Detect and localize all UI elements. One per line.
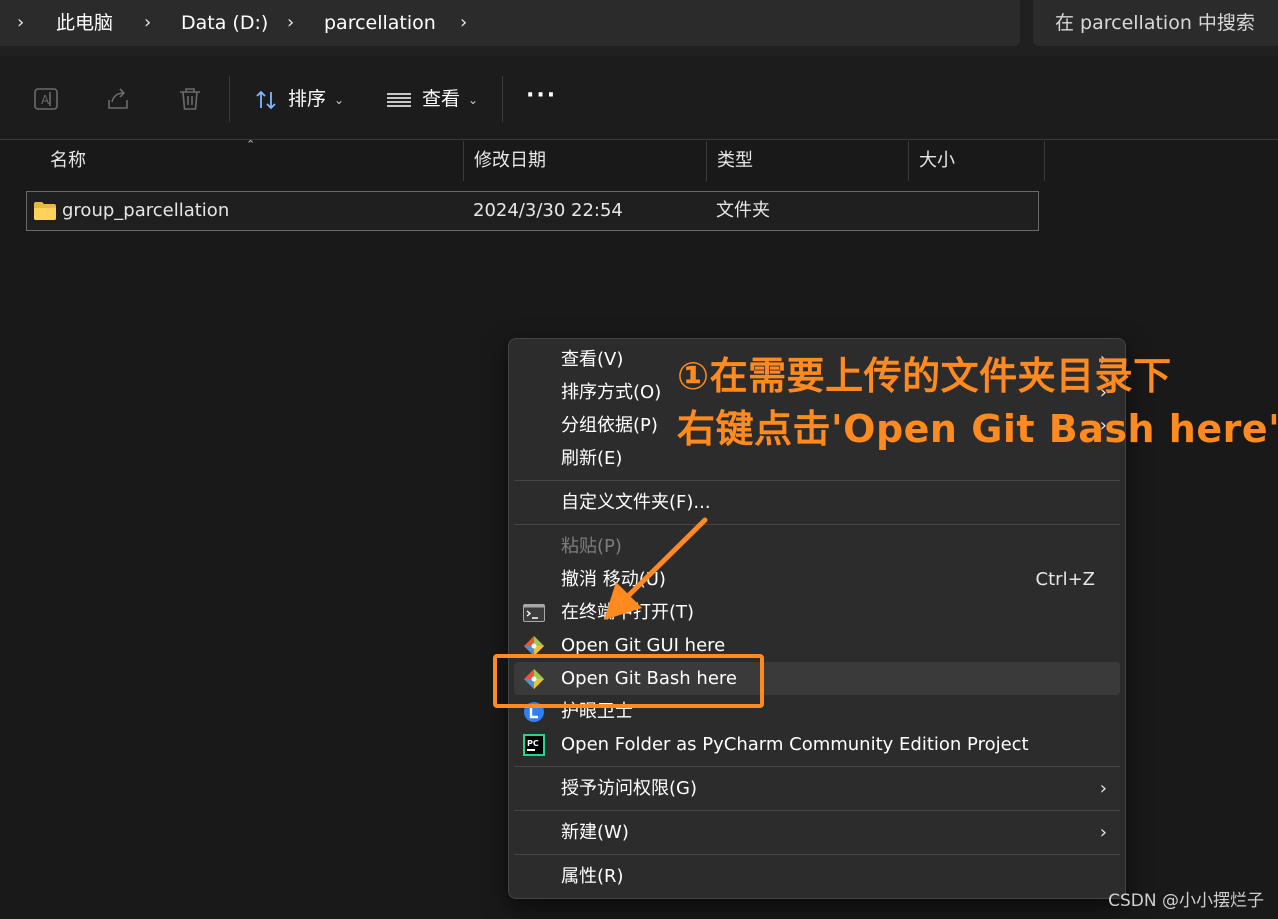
view-icon [387, 92, 411, 107]
menu-divider [514, 810, 1120, 811]
search-input[interactable]: 在 parcellation 中搜索 [1033, 0, 1278, 46]
sort-icon [256, 90, 276, 109]
menu-divider [514, 480, 1120, 481]
file-name: group_parcellation [62, 200, 230, 221]
table-row[interactable]: group_parcellation 2024/3/30 22:54 文件夹 [26, 191, 1039, 231]
chevron-right-icon[interactable]: › [144, 0, 151, 46]
highlight-box [493, 654, 764, 708]
delete-icon[interactable] [177, 86, 203, 112]
menu-item-pycharm[interactable]: PC Open Folder as PyCharm Community Edit… [509, 728, 1125, 761]
view-button[interactable]: 查看 ⌄ [386, 56, 478, 140]
more-options-button[interactable]: ··· [526, 56, 557, 140]
annotation-line-2: 右键点击'Open Git Bash here' [677, 407, 1278, 451]
menu-item-label: 授予访问权限(G) [561, 778, 697, 799]
folder-icon [34, 202, 56, 220]
pycharm-icon: PC [523, 734, 545, 756]
sort-label: 排序 [288, 88, 327, 110]
menu-item-label: 刷新(E) [561, 448, 623, 469]
share-icon[interactable] [105, 86, 131, 112]
svg-text:PC: PC [527, 739, 539, 748]
address-bar-region: › 此电脑 › Data (D:) › parcellation › 在 par… [0, 0, 1278, 56]
menu-item-label: 排序方式(O) [561, 382, 662, 403]
menu-item-grant-access[interactable]: 授予访问权限(G) › [509, 772, 1125, 805]
menu-item-label: 分组依据(P) [561, 415, 658, 436]
menu-item-label: Open Folder as PyCharm Community Edition… [561, 734, 1029, 755]
column-header-name[interactable]: 名称 [40, 141, 464, 181]
shortcut-label: Ctrl+Z [1035, 569, 1095, 590]
file-date: 2024/3/30 22:54 [473, 200, 623, 221]
svg-text:A: A [41, 93, 50, 107]
column-header-type[interactable]: 类型 [707, 141, 909, 181]
terminal-icon [523, 604, 545, 622]
file-type: 文件夹 [716, 200, 770, 221]
menu-item-label: 查看(V) [561, 349, 624, 370]
breadcrumb-drive-d[interactable]: Data (D:) [181, 0, 268, 46]
chevron-down-icon: ⌄ [468, 92, 479, 107]
breadcrumb-parcellation[interactable]: parcellation [324, 0, 436, 46]
toolbar-divider [229, 76, 230, 122]
chevron-down-icon: ⌄ [334, 92, 345, 107]
sort-button[interactable]: 排序 ⌄ [254, 56, 344, 140]
annotation-line-1: ①在需要上传的文件夹目录下 [677, 354, 1172, 398]
address-bar[interactable]: › 此电脑 › Data (D:) › parcellation › [0, 0, 1020, 46]
rename-icon[interactable]: A [33, 86, 59, 112]
chevron-right-icon: › [1099, 822, 1107, 843]
annotation-arrow-icon [604, 517, 708, 620]
chevron-right-icon[interactable]: › [17, 0, 24, 46]
column-header-date[interactable]: 修改日期 [464, 141, 707, 181]
menu-divider [514, 766, 1120, 767]
column-header-size[interactable]: 大小 [909, 141, 1045, 181]
view-label: 查看 [422, 88, 461, 110]
menu-item-label: 属性(R) [561, 866, 624, 887]
command-bar: A 排序 ⌄ 查看 ⌄ ··· [0, 56, 1278, 140]
chevron-right-icon: › [1099, 778, 1107, 799]
menu-divider [514, 854, 1120, 855]
menu-item-new[interactable]: 新建(W) › [509, 816, 1125, 849]
watermark: CSDN @小小摆烂子 [1108, 891, 1264, 911]
chevron-right-icon[interactable]: › [460, 0, 467, 46]
breadcrumb-this-pc[interactable]: 此电脑 [56, 0, 113, 46]
chevron-right-icon[interactable]: › [287, 0, 294, 46]
menu-item-properties[interactable]: 属性(R) [509, 860, 1125, 893]
toolbar-divider [502, 76, 503, 122]
menu-item-label: 新建(W) [561, 822, 629, 843]
